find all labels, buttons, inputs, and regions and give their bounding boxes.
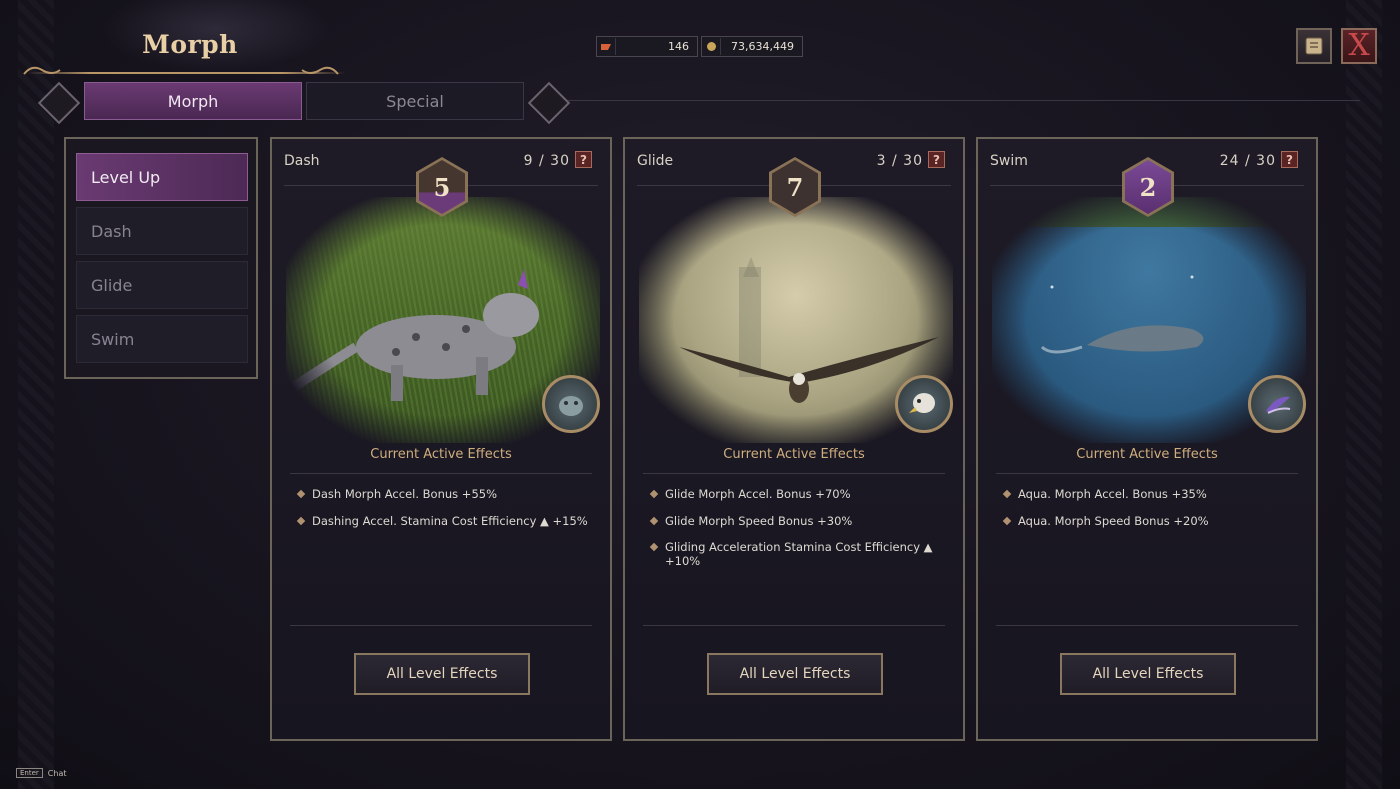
bullet-icon [1002,489,1012,499]
ticket-counter: 146 [596,36,698,57]
menu-item-level-up[interactable]: Level Up [76,153,248,201]
left-flourish-icon [22,62,62,78]
card-progress: 3 / 30 [876,153,923,169]
effect-item: Glide Morph Speed Bonus +30% [649,514,953,541]
all-level-effects-button[interactable]: All Level Effects [354,653,530,695]
codex-button[interactable] [1296,28,1332,64]
all-level-effects-button[interactable]: All Level Effects [1060,653,1236,695]
help-button[interactable]: ? [928,151,945,168]
tab-left-ornament-icon [36,80,81,125]
effect-item: Aqua. Morph Accel. Bonus +35% [1002,487,1306,514]
morph-card-dash: Dash 9 / 30 ? Current Active Effects Das… [270,137,612,741]
close-icon: X [1348,28,1370,63]
bullet-icon [649,542,659,552]
bullet-icon [649,516,659,525]
active-effects-title: Current Active Effects [1076,447,1218,462]
tab-special[interactable]: Special [306,82,524,120]
effects-divider [996,473,1298,474]
card-title: Dash [284,153,320,169]
tab-morph[interactable]: Morph [84,82,302,120]
bullet-icon [296,489,306,499]
effect-item: Gliding Acceleration Stamina Cost Effici… [649,540,953,568]
effects-divider [643,473,945,474]
menu-item-swim[interactable]: Swim [76,315,248,363]
menu-item-dash[interactable]: Dash [76,207,248,255]
effects-divider [290,473,592,474]
right-ornament-rail [1346,0,1382,789]
ticket-value: 146 [668,40,689,53]
card-progress: 9 / 30 [523,153,570,169]
coin-icon [702,38,721,55]
tab-bar: Morph Special [36,80,576,125]
title-divider [26,72,346,74]
scroll-ticket-icon [597,38,616,55]
bullet-icon [296,516,306,525]
effect-item: Dashing Accel. Stamina Cost Efficiency ▲… [296,514,600,541]
effects-list: Glide Morph Accel. Bonus +70% Glide Morp… [649,487,953,568]
right-flourish-icon [300,62,340,78]
bullet-icon [1002,516,1012,525]
tabbar-divider [560,100,1360,101]
card-bottom-divider [643,625,945,626]
tab-right-ornament-icon [526,80,571,125]
book-icon [1305,37,1323,55]
silver-value: 73,634,449 [731,40,794,53]
morph-screen: Morph 146 73,634,449 X Morph Special Lev… [0,0,1400,789]
card-bottom-divider [290,625,592,626]
morph-card-swim: Swim 24 / 30 ? Current Active Effects Aq… [976,137,1318,741]
effect-item: Aqua. Morph Speed Bonus +20% [1002,514,1306,541]
morph-card-glide: Glide 3 / 30 ? Current Active Effects Gl… [623,137,965,741]
menu-item-glide[interactable]: Glide [76,261,248,309]
effect-item: Glide Morph Accel. Bonus +70% [649,487,953,514]
category-menu: Level Up Dash Glide Swim [64,137,258,379]
chat-hint: Enter Chat [16,768,67,778]
active-effects-title: Current Active Effects [370,447,512,462]
card-title: Glide [637,153,674,169]
help-button[interactable]: ? [575,151,592,168]
card-title: Swim [990,153,1028,169]
enter-key-icon: Enter [16,768,43,778]
silver-counter: 73,634,449 [701,36,803,57]
eagle-portrait-icon [895,375,953,433]
effect-item: Dash Morph Accel. Bonus +55% [296,487,600,514]
all-level-effects-button[interactable]: All Level Effects [707,653,883,695]
card-progress: 24 / 30 [1219,153,1276,169]
page-title: Morph [142,30,238,59]
help-button[interactable]: ? [1281,151,1298,168]
card-bottom-divider [996,625,1298,626]
active-effects-title: Current Active Effects [723,447,865,462]
effects-list: Dash Morph Accel. Bonus +55% Dashing Acc… [296,487,600,540]
bullet-icon [649,489,659,499]
chat-label: Chat [47,768,67,778]
aquatic-portrait-icon [1248,375,1306,433]
effects-list: Aqua. Morph Accel. Bonus +35% Aqua. Morp… [1002,487,1306,540]
leopard-portrait-icon [542,375,600,433]
close-button[interactable]: X [1341,28,1377,64]
